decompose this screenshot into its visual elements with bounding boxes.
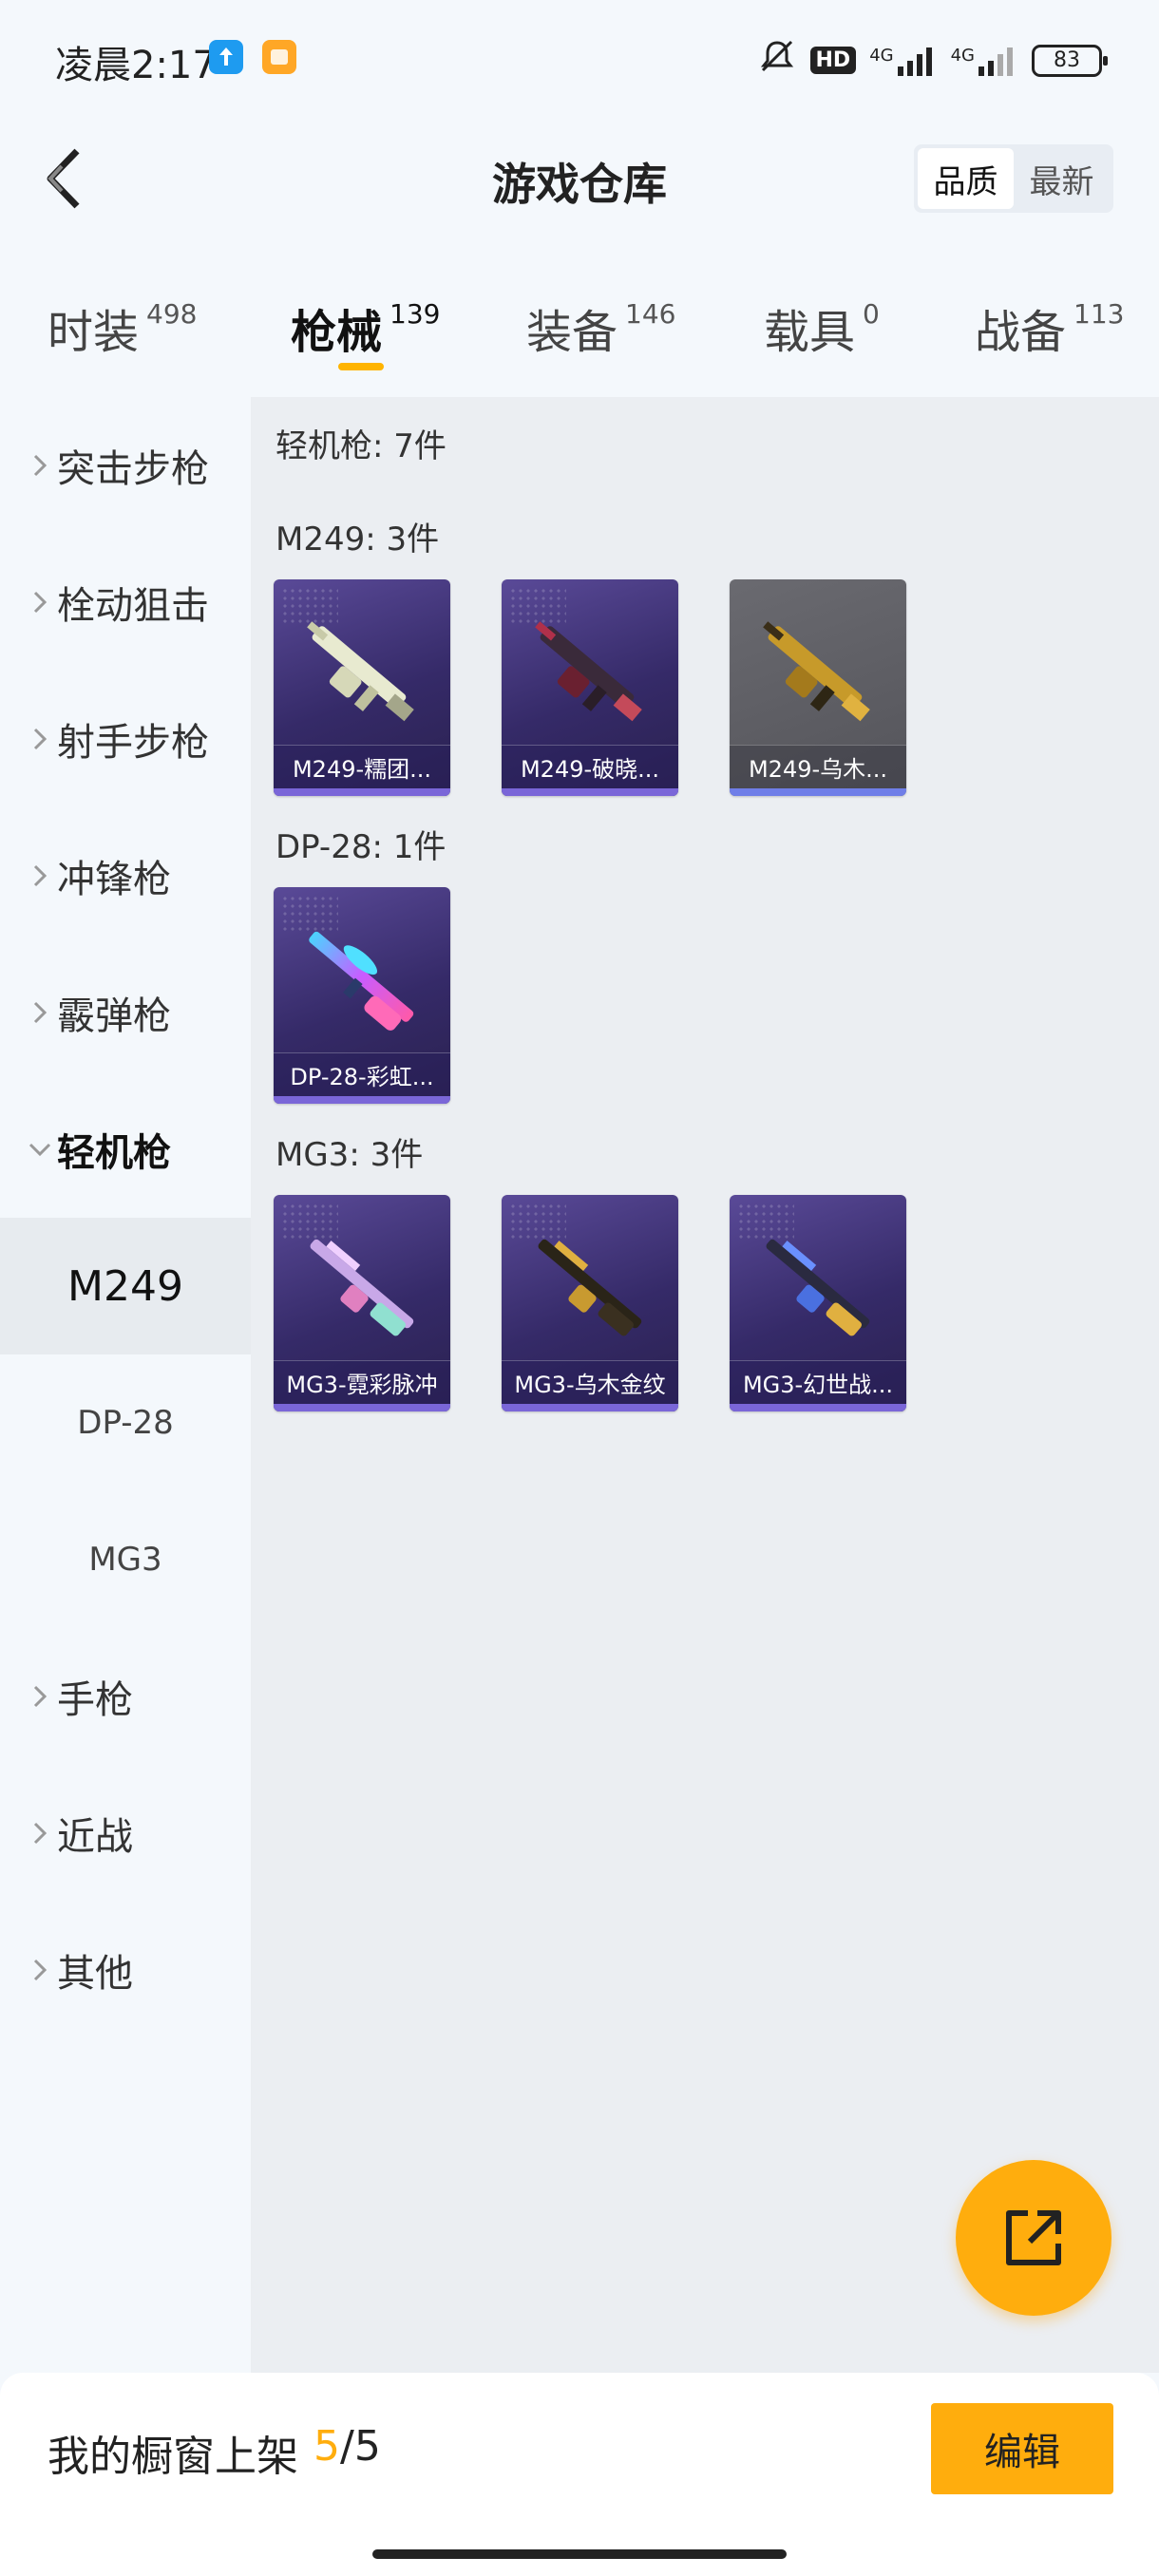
bottom-bar: 我的橱窗上架 5 /5 编辑 (0, 2373, 1159, 2576)
sort-quality-button[interactable]: 品质 (918, 148, 1014, 209)
category-tabs: 时装 498 枪械 139 装备 146 载具 0 战备 113 (0, 275, 1159, 380)
sidebar-item-bolt-sniper[interactable]: 栓动狙击 (0, 534, 251, 671)
category-count-label: 轻机枪: 7件 (276, 427, 446, 465)
sidebar-subitem-dp28[interactable]: DP-28 (0, 1354, 251, 1491)
group-title-mg3: MG3: 3件 (276, 1136, 424, 1174)
lmg-skin-icon (538, 1239, 642, 1336)
item-card-name: M249-乌木... (730, 745, 906, 788)
item-card-name: MG3-乌木金纹 (502, 1360, 678, 1404)
chevron-right-icon (23, 727, 57, 751)
lmg-skin-icon (310, 1239, 414, 1336)
tab-vehicles[interactable]: 载具 0 (764, 294, 880, 361)
chevron-right-icon (23, 1958, 57, 1982)
chevron-right-icon (23, 863, 57, 888)
showcase-label: 我的橱窗上架 (48, 2433, 298, 2481)
lmg-skin-icon (307, 621, 414, 722)
sort-newest-button[interactable]: 最新 (1014, 148, 1110, 209)
mute-icon (757, 38, 797, 83)
lmg-skin-icon (766, 1239, 870, 1336)
sidebar-subitem-m249[interactable]: M249 (0, 1218, 251, 1354)
item-card-mg3-2[interactable]: MG3-乌木金纹 (502, 1195, 678, 1411)
tab-equipment[interactable]: 装备 146 (526, 294, 675, 361)
chevron-right-icon (23, 590, 57, 615)
item-card-m249-1[interactable]: M249-糯团... (274, 579, 450, 796)
showcase-current-count: 5 (314, 2422, 340, 2471)
upload-app-icon (209, 40, 243, 74)
item-card-name: M249-破晓... (502, 745, 678, 788)
battery-indicator: 83 (1032, 44, 1108, 77)
sidebar-item-marksman-rifle[interactable]: 射手步枪 (0, 671, 251, 807)
sidebar-item-pistol[interactable]: 手枪 (0, 1628, 251, 1765)
chevron-right-icon (23, 453, 57, 478)
item-card-name: DP-28-彩虹... (274, 1052, 450, 1096)
group-title-dp28: DP-28: 1件 (276, 828, 446, 866)
sidebar-item-assault-rifle[interactable]: 突击步枪 (0, 397, 251, 534)
showcase-status: 我的橱窗上架 5 /5 (48, 2422, 381, 2483)
item-card-name: MG3-霓彩脉冲 (274, 1360, 450, 1404)
item-card-m249-3[interactable]: M249-乌木... (730, 579, 906, 796)
chevron-down-icon (23, 1142, 57, 1157)
active-tab-indicator (338, 363, 384, 370)
sidebar-item-shotgun[interactable]: 霰弹枪 (0, 944, 251, 1081)
share-fab-button[interactable] (956, 2160, 1112, 2316)
lmg-skin-icon (535, 621, 642, 722)
item-card-mg3-3[interactable]: MG3-幻世战... (730, 1195, 906, 1411)
tab-fashion[interactable]: 时装 498 (48, 294, 197, 361)
sidebar-item-melee[interactable]: 近战 (0, 1765, 251, 1902)
item-card-dp28-1[interactable]: DP-28-彩虹... (274, 887, 450, 1104)
item-card-name: MG3-幻世战... (730, 1360, 906, 1404)
item-card-name: M249-糯团... (274, 745, 450, 788)
status-time: 凌晨2:17 (55, 44, 217, 87)
chevron-right-icon (23, 1821, 57, 1846)
lmg-skin-icon (763, 621, 870, 722)
chevron-right-icon (23, 1684, 57, 1709)
header: 游戏仓库 品质 最新 (0, 123, 1159, 237)
home-indicator[interactable] (372, 2549, 787, 2559)
sidebar-item-smg[interactable]: 冲锋枪 (0, 807, 251, 944)
item-card-m249-2[interactable]: M249-破晓... (502, 579, 678, 796)
sidebar-item-lmg[interactable]: 轻机枪 (0, 1081, 251, 1218)
tab-supplies[interactable]: 战备 113 (975, 294, 1124, 361)
notes-app-icon (262, 40, 296, 74)
status-bar: 凌晨2:17 HD 4G 4G 83 (0, 0, 1159, 114)
share-external-icon (1006, 2210, 1061, 2265)
item-grid-panel: 轻机枪: 7件 M249: 3件 M249-糯团... M249-破晓... M… (251, 397, 1159, 2373)
group-title-m249: M249: 3件 (276, 521, 440, 559)
edit-button[interactable]: 编辑 (931, 2403, 1113, 2494)
signal-icon-1: 4G (869, 46, 937, 76)
hd-badge: HD (809, 47, 857, 74)
tab-guns[interactable]: 枪械 139 (291, 294, 440, 361)
sort-toggle: 品质 最新 (914, 144, 1113, 213)
lmg-skin-icon (309, 931, 414, 1031)
item-card-mg3-1[interactable]: MG3-霓彩脉冲 (274, 1195, 450, 1411)
sidebar-item-other[interactable]: 其他 (0, 1902, 251, 2038)
showcase-total-count: /5 (340, 2422, 381, 2471)
chevron-right-icon (23, 1000, 57, 1025)
signal-icon-2: 4G (951, 46, 1018, 76)
sidebar-subitem-mg3[interactable]: MG3 (0, 1491, 251, 1628)
category-sidebar: 突击步枪 栓动狙击 射手步枪 冲锋枪 霰弹枪 轻机枪 M249 DP-28 MG… (0, 397, 251, 2373)
